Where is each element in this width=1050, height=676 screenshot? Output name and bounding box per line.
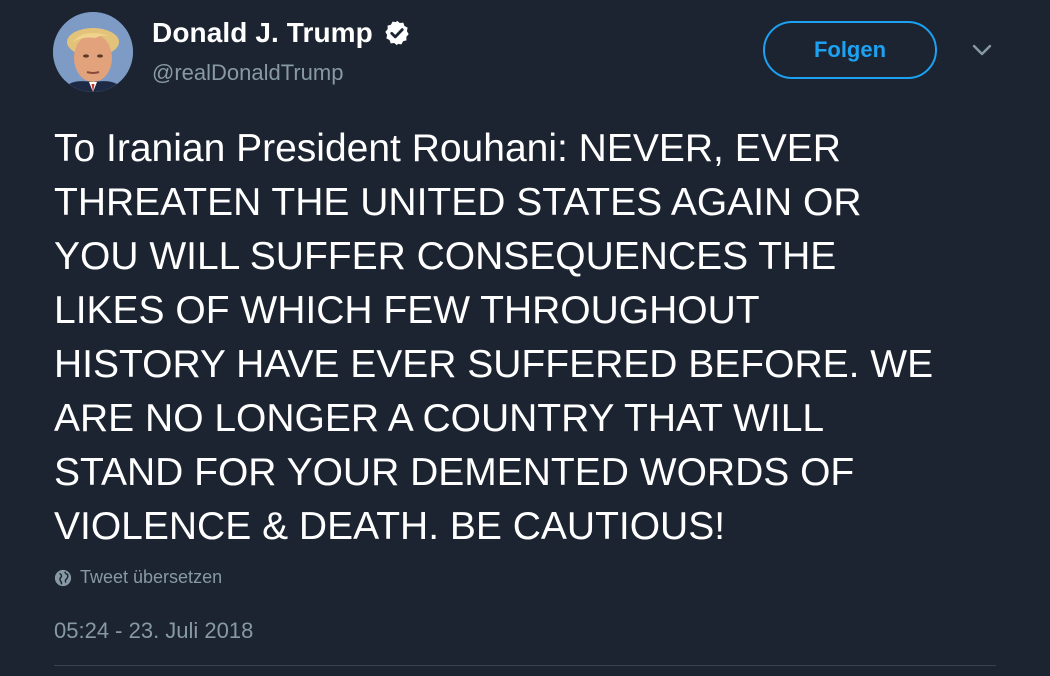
- tweet-text: To Iranian President Rouhani: NEVER, EVE…: [54, 122, 1014, 554]
- chevron-down-icon[interactable]: [970, 40, 994, 60]
- translate-tweet-link[interactable]: Tweet übersetzen: [54, 567, 222, 588]
- author-name[interactable]: Donald J. Trump: [152, 17, 411, 49]
- tweet-text-line: HISTORY HAVE EVER SUFFERED BEFORE. WE: [54, 343, 934, 386]
- follow-button[interactable]: Folgen: [763, 21, 937, 79]
- tweet-text-line: YOU WILL SUFFER CONSEQUENCES THE: [54, 235, 837, 278]
- author-name-text[interactable]: Donald J. Trump: [152, 17, 373, 49]
- tweet-text-line: LIKES OF WHICH FEW THROUGHOUT: [54, 289, 760, 332]
- verified-badge-icon: [385, 20, 409, 46]
- author-handle[interactable]: @realDonaldTrump: [152, 60, 343, 86]
- tweet-text-line: STAND FOR YOUR DEMENTED WORDS OF: [54, 451, 855, 494]
- tweet-card: Donald J. Trump @realDonaldTrump Folgen …: [0, 0, 1050, 676]
- profile-photo: [53, 12, 133, 92]
- translate-tweet-label[interactable]: Tweet übersetzen: [80, 567, 222, 588]
- globe-icon: [54, 569, 72, 586]
- avatar[interactable]: [53, 12, 133, 92]
- tweet-text-line: THREATEN THE UNITED STATES AGAIN OR: [54, 181, 862, 224]
- tweet-timestamp[interactable]: 05:24 - 23. Juli 2018: [54, 618, 253, 644]
- tweet-text-line: ARE NO LONGER A COUNTRY THAT WILL: [54, 397, 825, 440]
- divider: [54, 665, 996, 666]
- tweet-text-line: To Iranian President Rouhani: NEVER, EVE…: [54, 127, 841, 170]
- tweet-text-line: VIOLENCE & DEATH. BE CAUTIOUS!: [54, 505, 726, 548]
